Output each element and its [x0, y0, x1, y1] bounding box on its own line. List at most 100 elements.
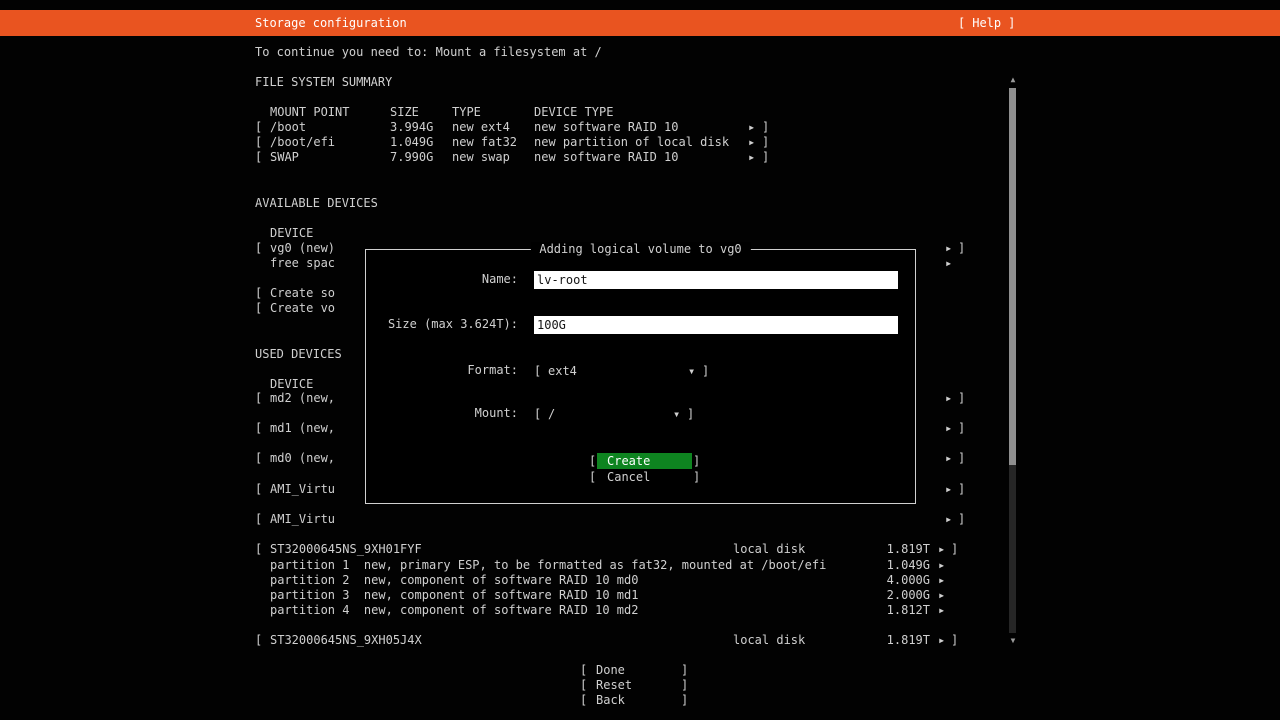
mount-field-label: Mount:	[366, 406, 518, 421]
name-field[interactable]	[534, 271, 898, 289]
bracket: [	[255, 301, 262, 316]
scrollbar-thumb[interactable]	[1009, 88, 1016, 465]
bracket: ]	[681, 693, 688, 708]
expand-arrow-icon: ▸	[938, 542, 945, 557]
device-label: AMI_Virtu	[270, 482, 335, 497]
partition-row-1[interactable]: partition 1 new, primary ESP, to be form…	[255, 558, 970, 573]
page-title: Storage configuration	[255, 10, 407, 36]
section-heading-file-system-summary: FILE SYSTEM SUMMARY	[255, 75, 392, 90]
mount-point-cell: /boot	[270, 120, 306, 135]
chevron-down-icon: ▾	[688, 363, 695, 379]
partition-row-3[interactable]: partition 3 new, component of software R…	[255, 588, 970, 603]
expand-arrow-icon: ▸	[938, 603, 945, 618]
back-button[interactable]: [ Back ]	[580, 693, 690, 708]
format-select-value: ext4	[548, 363, 577, 379]
button-label: Create vo	[270, 301, 335, 316]
done-button[interactable]: [ Done ]	[580, 663, 690, 678]
help-button-label: Help	[965, 16, 1008, 30]
device-label: md0 (new,	[270, 451, 335, 466]
fs-summary-row-swap[interactable]: [ SWAP 7.990G new swap new software RAID…	[255, 150, 970, 165]
expand-arrow-icon: ▸	[748, 120, 755, 135]
fs-summary-row-boot-efi[interactable]: [ /boot/efi 1.049G new fat32 new partiti…	[255, 135, 970, 150]
partition-description: partition 4 new, component of software R…	[270, 603, 638, 618]
partition-description: partition 3 new, component of software R…	[270, 588, 638, 603]
help-button[interactable]: [Help]	[958, 10, 1015, 36]
partition-size: 1.812T	[884, 603, 930, 618]
expand-arrow-icon: ▸	[938, 573, 945, 588]
device-label: AMI_Virtu	[270, 512, 335, 527]
column-header-type: TYPE	[452, 105, 481, 120]
type-cell: new swap	[452, 150, 510, 165]
expand-arrow-icon: ▸	[945, 482, 952, 497]
bracket: ]	[702, 363, 709, 379]
size-cell: 1.049G	[390, 135, 433, 150]
bracket: ]	[958, 512, 965, 527]
expand-arrow-icon: ▸	[945, 241, 952, 256]
create-button-label: Create	[597, 453, 692, 469]
partition-description: partition 2 new, component of software R…	[270, 573, 638, 588]
disk-kind: local disk	[733, 633, 805, 648]
bracket: ]	[681, 663, 688, 678]
device-type-cell: new partition of local disk	[534, 135, 729, 150]
done-button-label: Done	[596, 663, 625, 678]
bracket: [	[255, 633, 262, 648]
disk-row-st32000645ns-9xh01fyf[interactable]: [ ST32000645NS_9XH01FYF local disk 1.819…	[255, 542, 970, 557]
cancel-button-label: Cancel	[597, 469, 692, 485]
expand-arrow-icon: ▸	[945, 451, 952, 466]
bracket: [	[255, 150, 262, 165]
partition-row-4[interactable]: partition 4 new, component of software R…	[255, 603, 970, 618]
bracket: [	[255, 451, 262, 466]
format-select[interactable]: [ ext4 ▾ ]	[534, 363, 710, 379]
expand-arrow-icon: ▸	[938, 633, 945, 648]
partition-size: 1.049G	[884, 558, 930, 573]
bracket: [	[255, 512, 262, 527]
partition-size: 2.000G	[884, 588, 930, 603]
create-button[interactable]: [ Create ]	[589, 453, 701, 469]
storage-configuration-screen: Storage configuration [Help] To continue…	[0, 0, 1280, 720]
partition-row-2[interactable]: partition 2 new, component of software R…	[255, 573, 970, 588]
mount-select[interactable]: [ / ▾ ]	[534, 406, 694, 422]
disk-label: ST32000645NS_9XH05J4X	[270, 633, 422, 648]
name-field-label: Name:	[366, 272, 518, 287]
expand-arrow-icon: ▸	[938, 558, 945, 573]
scroll-up-icon[interactable]: ▴	[1006, 72, 1020, 87]
mount-point-cell: SWAP	[270, 150, 299, 165]
fs-summary-row-boot[interactable]: [ /boot 3.994G new ext4 new software RAI…	[255, 120, 970, 135]
bracket: [	[255, 241, 262, 256]
bracket: ]	[951, 542, 958, 557]
bracket: [	[580, 693, 587, 708]
bracket: ]	[687, 406, 694, 422]
partition-size: 4.000G	[884, 573, 930, 588]
partition-description: partition 1 new, primary ESP, to be form…	[270, 558, 826, 573]
bracket: [	[255, 542, 262, 557]
device-type-cell: new software RAID 10	[534, 120, 679, 135]
bracket: ]	[681, 678, 688, 693]
bracket: [	[589, 453, 596, 469]
disk-size: 1.819T	[884, 542, 930, 557]
bracket: ]	[1008, 16, 1015, 30]
type-cell: new fat32	[452, 135, 517, 150]
add-logical-volume-dialog: Adding logical volume to vg0 Name: Size …	[365, 249, 916, 504]
mount-point-cell: /boot/efi	[270, 135, 335, 150]
device-row-ami-virtual-2[interactable]: [ AMI_Virtu ▸ ]	[255, 512, 970, 527]
expand-arrow-icon: ▸	[945, 391, 952, 406]
section-heading-available-devices: AVAILABLE DEVICES	[255, 196, 378, 211]
disk-row-st32000645ns-9xh05j4x[interactable]: [ ST32000645NS_9XH05J4X local disk 1.819…	[255, 633, 970, 648]
bracket: [	[255, 482, 262, 497]
button-label: Create so	[270, 286, 335, 301]
bracket: [	[255, 120, 262, 135]
app-header: Storage configuration [Help]	[0, 10, 1280, 36]
bracket: [	[580, 678, 587, 693]
device-label: vg0 (new)	[270, 241, 335, 256]
column-header-device: DEVICE	[270, 377, 313, 392]
device-label: md1 (new,	[270, 421, 335, 436]
size-field[interactable]	[534, 316, 898, 334]
column-header-device-type: DEVICE TYPE	[534, 105, 613, 120]
cancel-button[interactable]: [ Cancel ]	[589, 469, 701, 485]
reset-button[interactable]: [ Reset ]	[580, 678, 690, 693]
scroll-down-icon[interactable]: ▾	[1006, 633, 1020, 648]
device-label: free spac	[270, 256, 335, 271]
bracket: ]	[762, 135, 769, 150]
expand-arrow-icon: ▸	[945, 512, 952, 527]
type-cell: new ext4	[452, 120, 510, 135]
